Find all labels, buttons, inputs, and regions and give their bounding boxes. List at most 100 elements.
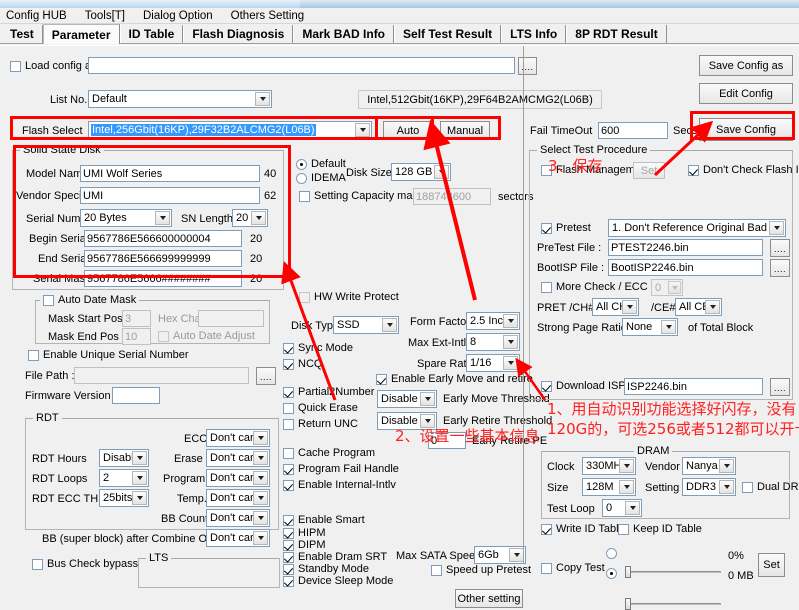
chevron-down-icon-setting[interactable] — [719, 480, 734, 494]
chevron-down-icon-serial-number[interactable] — [155, 211, 170, 225]
hipm-checkbox[interactable] — [283, 527, 294, 539]
chevron-down-icon-ecc[interactable] — [253, 431, 268, 445]
edit-config-button[interactable]: Edit Config — [699, 83, 793, 104]
tab-self-test-result[interactable]: Self Test Result — [394, 25, 502, 43]
chevron-down-icon-disk-size[interactable] — [434, 165, 449, 179]
clock-combo[interactable]: 330MHZ — [582, 457, 636, 475]
chevron-down-icon-rdt-ecc-th[interactable] — [132, 491, 147, 505]
chevron-down-icon-bb-super-block[interactable] — [253, 531, 268, 545]
pretest-checkbox[interactable] — [541, 222, 552, 234]
file-path-browse-button[interactable]: .... — [256, 367, 276, 385]
file-path-input[interactable] — [74, 367, 249, 384]
rdt-hours-combo[interactable]: Disable — [99, 449, 149, 467]
disk-size-combo[interactable]: 128 GB — [391, 163, 451, 181]
enable-smart-row[interactable]: Enable Smart — [283, 514, 365, 526]
tabstrip[interactable]: Test Parameter ID Table Flash Diagnosis … — [0, 24, 799, 44]
speed-up-pretest-row[interactable]: Speed up Pretest — [431, 564, 531, 576]
copy-test-row[interactable]: Copy Test — [541, 562, 605, 574]
menubar[interactable]: Config HUB Tools[T] Dialog Option Others… — [0, 8, 799, 24]
sync-mode-checkbox[interactable] — [283, 342, 294, 354]
mb-mode-radio[interactable] — [606, 568, 617, 579]
auto-button[interactable]: Auto — [383, 121, 433, 140]
chevron-down-icon-temp[interactable] — [253, 491, 268, 505]
fail-timeout-input[interactable] — [598, 122, 668, 139]
chevron-down-icon-sn-length[interactable] — [251, 211, 266, 225]
sectors-input[interactable] — [413, 188, 491, 205]
pret-ch-combo[interactable]: All CH — [592, 298, 639, 316]
chevron-down-icon-strong-page[interactable] — [661, 320, 676, 334]
menu-others-setting[interactable]: Others Setting — [231, 10, 305, 22]
disk-type-combo[interactable]: SSD — [333, 316, 399, 334]
device-sleep-mode-row[interactable]: Device Sleep Mode — [283, 575, 393, 587]
chevron-down-icon-rdt-loops[interactable] — [132, 471, 147, 485]
hw-write-protect-row[interactable]: HW Write Protect — [299, 291, 399, 303]
enable-internal-intlv-row[interactable]: Enable Internal-Intlv — [283, 479, 396, 491]
copy-test-set-button[interactable]: Set — [758, 553, 785, 577]
mask-start-pos-input[interactable] — [122, 310, 151, 327]
max-ext-intlv-combo[interactable]: 8 — [466, 333, 520, 351]
program-fail-handle-row[interactable]: Program Fail Handle — [283, 463, 399, 475]
hw-write-protect-checkbox[interactable] — [299, 291, 310, 303]
firmware-version-input[interactable] — [112, 387, 160, 404]
return-unc-row[interactable]: Return UNC — [283, 418, 358, 430]
enable-dram-srt-checkbox[interactable] — [283, 551, 294, 563]
bootisp-file-browse-button[interactable]: .... — [770, 259, 790, 277]
more-check-ecc-spinner[interactable]: 0 — [651, 279, 683, 296]
pretest-row[interactable]: Pretest — [541, 222, 591, 234]
max-sata-speed-combo[interactable]: 6Gb — [474, 546, 526, 564]
dipm-checkbox[interactable] — [283, 539, 294, 551]
tab-test[interactable]: Test — [2, 25, 43, 43]
load-config-as-row[interactable]: Load config as — [10, 60, 97, 72]
default-radio[interactable] — [296, 158, 307, 170]
serial-mask-input[interactable] — [84, 270, 242, 287]
program-fail-handle-checkbox[interactable] — [283, 463, 294, 475]
chevron-down-icon-bb-count[interactable] — [253, 511, 268, 525]
chevron-down-icon[interactable] — [255, 92, 270, 106]
chevron-down-icon-form-factor[interactable] — [503, 314, 518, 328]
dual-dram-row[interactable]: Dual DRAM — [742, 481, 799, 493]
tab-flash-diagnosis[interactable]: Flash Diagnosis — [183, 25, 294, 43]
write-id-table-checkbox[interactable] — [541, 523, 552, 535]
standby-mode-row[interactable]: Standby Mode — [283, 563, 369, 575]
flash-management-set-button[interactable]: Set — [633, 162, 665, 179]
spare-ratio-combo[interactable]: 1/16 — [466, 354, 520, 372]
tab-parameter[interactable]: Parameter — [42, 24, 120, 44]
chevron-down-icon-test-loop[interactable] — [625, 501, 640, 515]
test-loop-combo[interactable]: 0 — [602, 499, 642, 517]
menu-dialog-option[interactable]: Dialog Option — [143, 10, 213, 22]
enable-unique-sn-checkbox[interactable] — [28, 349, 39, 361]
other-setting-button[interactable]: Other setting — [455, 589, 523, 608]
percent-mode-radio[interactable] — [606, 548, 617, 559]
idema-radio-row[interactable]: IDEMA — [296, 172, 346, 184]
write-id-table-row[interactable]: Write ID Table — [541, 523, 625, 535]
quick-erase-row[interactable]: Quick Erase — [283, 402, 358, 414]
chevron-down-icon-ce[interactable] — [705, 300, 720, 314]
temp-combo[interactable]: Don't care — [206, 489, 270, 507]
flash-select-combo[interactable]: Intel,256Gbit(16KP),29F32B2ALCMG2(L06B) — [88, 121, 372, 139]
erase-combo[interactable]: Don't care — [206, 449, 270, 467]
chevron-down-icon-sata-speed[interactable] — [509, 548, 524, 562]
copy-test-checkbox[interactable] — [541, 562, 552, 574]
chevron-down-icon-disk-type[interactable] — [382, 318, 397, 332]
tab-lts-info[interactable]: LTS Info — [501, 25, 567, 43]
chevron-down-icon-erase[interactable] — [253, 451, 268, 465]
download-isp-checkbox[interactable] — [541, 380, 552, 392]
bb-count-combo[interactable]: Don't care — [206, 509, 270, 527]
begin-serial-input[interactable] — [84, 230, 242, 247]
setting-combo[interactable]: DDR3 — [682, 478, 736, 496]
enable-internal-intlv-checkbox[interactable] — [283, 479, 294, 491]
download-isp-browse-button[interactable]: .... — [770, 378, 790, 396]
bus-check-bypass-row[interactable]: Bus Check bypass — [32, 558, 138, 570]
setting-capacity-checkbox[interactable] — [299, 190, 310, 202]
program-combo[interactable]: Don't care — [206, 469, 270, 487]
dipm-row[interactable]: DIPM — [283, 539, 326, 551]
load-config-as-checkbox[interactable] — [10, 60, 21, 72]
chevron-down-icon-pretest[interactable] — [769, 221, 784, 235]
vendor-specific-input[interactable] — [80, 187, 260, 204]
tab-mark-bad-info[interactable]: Mark BAD Info — [293, 25, 395, 43]
device-sleep-mode-checkbox[interactable] — [283, 575, 294, 587]
download-isp-input[interactable] — [624, 378, 763, 395]
end-serial-input[interactable] — [84, 250, 242, 267]
auto-date-adjust-checkbox[interactable] — [158, 330, 169, 342]
dual-dram-checkbox[interactable] — [742, 481, 753, 493]
